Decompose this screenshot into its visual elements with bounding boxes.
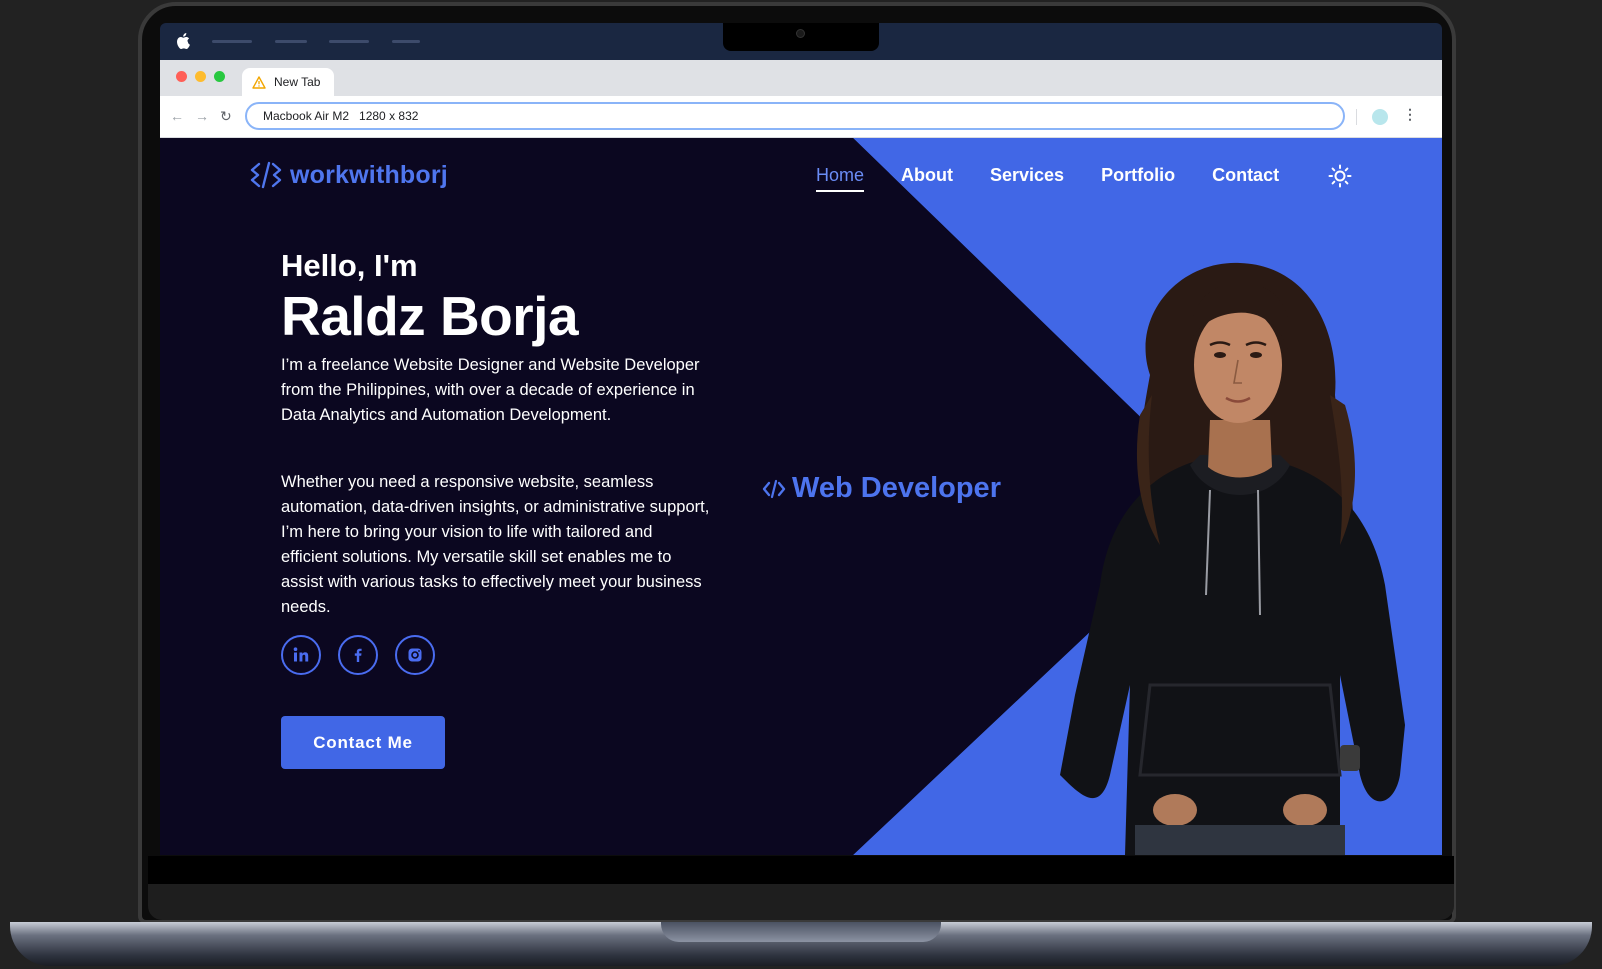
toolbar-divider	[1356, 109, 1357, 125]
close-window-button[interactable]	[176, 71, 187, 82]
instagram-button[interactable]	[395, 635, 435, 675]
website-viewport: workwithborj Home About Services Portfol…	[160, 138, 1442, 855]
code-logo-icon	[250, 161, 282, 189]
role-label: Web Developer	[762, 472, 1001, 505]
more-menu-icon[interactable]: ⋮	[1403, 106, 1417, 123]
role-text: Web Developer	[792, 472, 1001, 504]
laptop-chin	[148, 856, 1454, 884]
menu-item-placeholder[interactable]	[329, 40, 369, 43]
laptop-hinge-groove	[661, 922, 941, 942]
menu-item-placeholder[interactable]	[275, 40, 307, 43]
linkedin-button[interactable]	[281, 635, 321, 675]
reload-icon[interactable]: ↻	[220, 108, 232, 124]
hero-greeting: Hello, I'm	[281, 248, 418, 283]
menu-item-placeholder[interactable]	[212, 40, 252, 43]
contact-me-button[interactable]: Contact Me	[281, 716, 445, 769]
browser-tab[interactable]: New Tab	[242, 68, 334, 96]
forward-arrow-icon[interactable]: →	[195, 108, 209, 124]
instagram-icon	[408, 648, 422, 662]
back-arrow-icon[interactable]: ←	[170, 108, 184, 124]
facebook-icon	[354, 648, 362, 662]
minimize-window-button[interactable]	[195, 71, 206, 82]
hero-name: Raldz Borja	[281, 285, 579, 347]
nav-about[interactable]: About	[901, 165, 953, 192]
nav-contact[interactable]: Contact	[1212, 165, 1279, 192]
camera-notch	[723, 23, 879, 51]
menu-bar	[160, 23, 1442, 60]
browser-tab-bar: New Tab	[160, 60, 1442, 96]
laptop-bezel	[148, 884, 1454, 920]
linkedin-icon	[293, 647, 309, 662]
main-nav: Home About Services Portfolio Contact	[816, 165, 1279, 192]
facebook-button[interactable]	[338, 635, 378, 675]
nav-home[interactable]: Home	[816, 165, 865, 192]
nav-portfolio[interactable]: Portfolio	[1101, 165, 1175, 192]
browser-toolbar: ← → ↻ Macbook Air M2 1280 x 832 ⋮	[160, 96, 1442, 138]
social-links	[281, 635, 435, 675]
address-text: Macbook Air M2 1280 x 832	[263, 109, 419, 123]
hero-intro: I’m a freelance Website Designer and Web…	[281, 356, 700, 424]
sun-icon[interactable]	[1328, 164, 1352, 188]
profile-photo	[1060, 262, 1405, 855]
apple-icon[interactable]	[176, 33, 190, 49]
warning-icon	[252, 75, 266, 89]
camera-icon	[796, 29, 805, 38]
tab-title: New Tab	[274, 75, 321, 89]
logo-text: workwithborj	[290, 160, 448, 189]
address-bar[interactable]: Macbook Air M2 1280 x 832	[245, 102, 1345, 130]
nav-services[interactable]: Services	[990, 165, 1064, 192]
hero-pitch: Whether you need a responsive website, s…	[281, 473, 710, 616]
laptop-screen: New Tab ← → ↻ Macbook Air M2 1280 x 832 …	[160, 23, 1442, 855]
profile-avatar-icon[interactable]	[1372, 109, 1388, 125]
site-logo[interactable]: workwithborj	[250, 160, 448, 190]
code-icon	[762, 479, 786, 498]
maximize-window-button[interactable]	[214, 71, 225, 82]
menu-item-placeholder[interactable]	[392, 40, 420, 43]
